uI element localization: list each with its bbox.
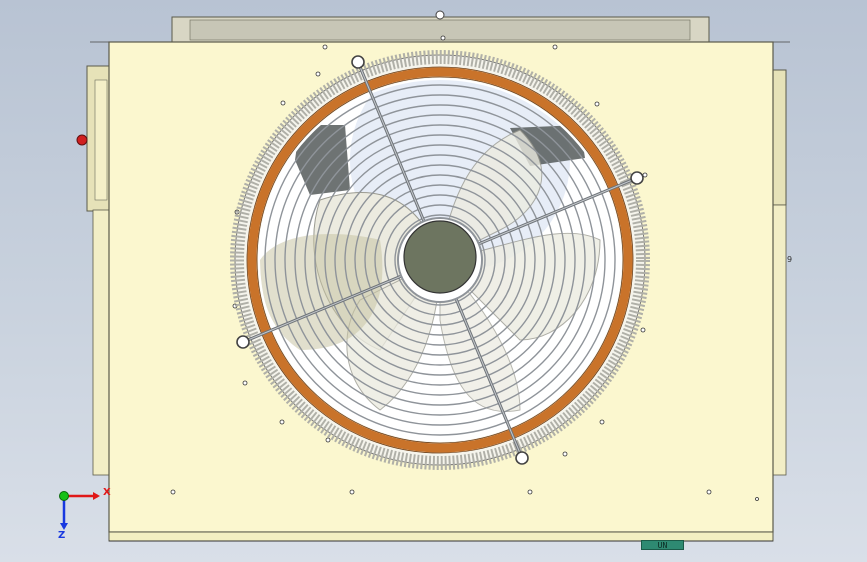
- alarm-lamp-icon: [76, 134, 88, 146]
- y-axis-dot: [59, 491, 69, 501]
- top-header-inset: [189, 19, 691, 41]
- x-axis-label: X: [103, 487, 111, 498]
- right-side-panel: [771, 204, 787, 476]
- cad-viewport[interactable]: 9 UN X Z: [0, 0, 867, 562]
- z-axis-label: Z: [58, 530, 66, 541]
- left-bracket-inner: [94, 79, 108, 201]
- left-side-panel: [92, 209, 110, 476]
- fan-unit-model[interactable]: 9: [0, 0, 867, 562]
- label-tag: UN: [641, 540, 684, 550]
- side-mark: 9: [787, 255, 792, 264]
- x-axis-head: [93, 492, 100, 500]
- z-axis-head: [60, 523, 68, 530]
- motor-hub: [403, 220, 477, 294]
- right-bracket: [771, 69, 787, 206]
- lift-eye: [435, 10, 445, 20]
